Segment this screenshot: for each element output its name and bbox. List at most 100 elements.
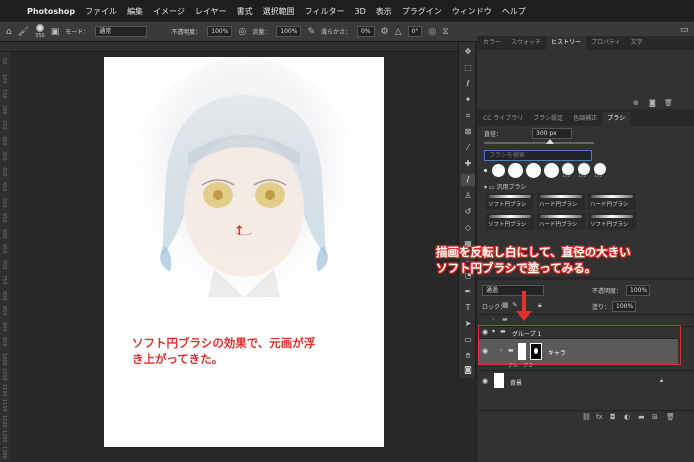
size-field[interactable]: 300 px [532,128,572,139]
brush-tool-icon[interactable]: / [461,174,475,186]
flow-label: 流量： [252,29,271,36]
size-slider[interactable] [484,139,594,144]
lock-transparency-icon[interactable]: ▦ [502,301,509,309]
visibility-eye-icon[interactable]: ◉ [482,377,488,385]
brush-group-header[interactable]: ▾ ▭ 汎用ブラシ [484,182,526,191]
brush-tile[interactable]: ハード円ブラシ [537,213,585,230]
brush-group-name: 汎用ブラシ [496,184,527,191]
history-brush-tool-icon[interactable]: ↺ [461,206,475,218]
mode-select[interactable]: 通常 [95,26,148,37]
pressure-opacity-icon[interactable]: ◎ [238,27,246,37]
ruler-tick-label: 600 [1,228,7,239]
brush-stroke-preview [540,215,582,218]
flow-field[interactable]: 100% [276,26,302,37]
pressure-size-icon[interactable]: ◎ [428,27,436,37]
trash-icon[interactable]: 🗑︎ [666,413,675,421]
brush-search-input[interactable]: ブラシを検索 [484,150,592,161]
new-layer-icon[interactable]: ⊞ [652,413,658,421]
ruler-tick-label: 150 [1,89,7,99]
document-canvas[interactable] [104,57,384,447]
tab-adjustments[interactable]: 色調補正 [568,112,602,126]
tab-brush-settings[interactable]: ブラシ設定 [528,112,568,126]
menu-edit[interactable]: 編集 [122,6,148,17]
fx-icon[interactable]: fx [596,413,603,421]
menu-image[interactable]: イメージ [148,6,190,17]
adjustment-layer-icon[interactable]: ◐ [624,413,630,421]
opacity-field[interactable]: 100% [207,26,233,37]
brush-tile[interactable]: ソフト円ブラシ [588,213,636,230]
preset-hard-large[interactable] [526,163,541,178]
clone-stamp-tool-icon[interactable]: ♙ [461,190,475,202]
smoothing-options-icon[interactable]: ⚙ [381,27,389,37]
home-icon[interactable]: ⌂ [6,27,12,37]
new-snapshot-icon[interactable]: ⊕ [633,99,639,107]
type-tool-icon[interactable]: T [461,302,475,314]
brush-stroke-preview [489,215,531,218]
menu-window[interactable]: ウィンドウ [447,6,497,17]
tab-brushes[interactable]: ブラシ [602,112,631,126]
smoothing-field[interactable]: 0% [357,26,375,37]
angle-field[interactable]: 0° [407,26,423,37]
brush-tile[interactable]: ソフト円ブラシ [486,213,534,230]
menu-view[interactable]: 表示 [371,6,397,17]
quick-select-tool-icon[interactable]: ✦ [461,94,475,106]
menu-help[interactable]: ヘルプ [497,6,531,17]
menu-file[interactable]: ファイル [80,6,122,17]
menu-layer[interactable]: レイヤー [190,6,232,17]
ruler-tick-label: 50 [1,58,7,65]
tab-swatches[interactable]: スウォッチ [506,36,546,50]
brush-tile[interactable]: ハード円ブラシ [537,193,585,210]
quick-mask-icon[interactable]: ◙ [461,364,475,376]
layer-opacity-field[interactable]: 100% [626,285,650,296]
move-tool-icon[interactable]: ✥ [461,46,475,58]
link-icon[interactable]: ⛓︎ [582,413,591,421]
frame-tool-icon[interactable]: ⊠ [461,126,475,138]
brush-tile-label: ソフト円ブラシ [590,222,629,228]
eyedropper-tool-icon[interactable]: ⁄ [461,142,475,154]
preset-hard-xl[interactable] [544,163,559,178]
add-mask-icon[interactable]: ◘ [610,413,616,421]
symmetry-icon[interactable]: ⧖ [442,27,448,37]
brush-tile[interactable]: ソフト円ブラシ [486,193,534,210]
tab-character[interactable]: 文字 [626,36,648,50]
tab-properties[interactable]: プロパティ [586,36,626,50]
trash-icon[interactable]: 🗑︎ [664,99,673,107]
layer-row-background[interactable]: ◉ 背景 🔒︎ [478,370,694,390]
lock-image-icon[interactable]: ✎ [512,301,518,309]
menu-plugins[interactable]: プラグイン [397,6,447,17]
healing-brush-tool-icon[interactable]: ✚ [461,158,475,170]
preset-tiny[interactable] [484,169,487,172]
menu-filter[interactable]: フィルター [300,6,350,17]
preset-hard-medium[interactable] [508,163,523,178]
lasso-tool-icon[interactable]: ℓ [461,78,475,90]
preset-hard-small[interactable] [492,164,505,177]
brush-settings-icon[interactable]: ▣ [51,27,60,37]
new-group-icon[interactable]: ▬ [638,413,645,421]
brush-preset-picker[interactable]: 350 [35,23,45,40]
tab-history[interactable]: ヒストリー [546,36,587,50]
blend-mode-select[interactable]: 通過 [482,285,544,296]
menu-type[interactable]: 書式 [232,6,258,17]
workspace-icon[interactable]: ▭ [680,25,689,35]
menu-photoshop[interactable]: Photoshop [22,7,80,16]
brush-tile[interactable]: ハード円ブラシ [588,193,636,210]
hand-tool-icon[interactable]: ✋︎ [461,350,475,362]
lock-all-icon[interactable]: 🔒︎ [538,301,542,310]
menu-3d[interactable]: 3D [350,7,371,16]
crop-tool-icon[interactable]: ⌗ [461,110,475,122]
opacity-label: 不透明度： [171,29,202,36]
tab-cc-libraries[interactable]: CC ライブラリ [478,112,528,126]
marquee-tool-icon[interactable]: ⬚ [461,62,475,74]
airbrush-icon[interactable]: ✎ [307,27,315,37]
shape-tool-icon[interactable]: ▭ [461,334,475,346]
tab-color[interactable]: カラー [478,36,506,50]
path-selection-tool-icon[interactable]: ➤ [461,318,475,330]
menu-select[interactable]: 選択範囲 [258,6,300,17]
pen-tool-icon[interactable]: ✒ [461,286,475,298]
eraser-tool-icon[interactable]: ◇ [461,222,475,234]
fill-field[interactable]: 100% [612,301,636,312]
preset-size-2: 175 [578,173,586,178]
camera-icon[interactable]: ◙ [649,99,656,107]
brush-tool-icon[interactable]: 🖌︎ [18,27,29,37]
size-slider-handle[interactable] [546,139,554,144]
